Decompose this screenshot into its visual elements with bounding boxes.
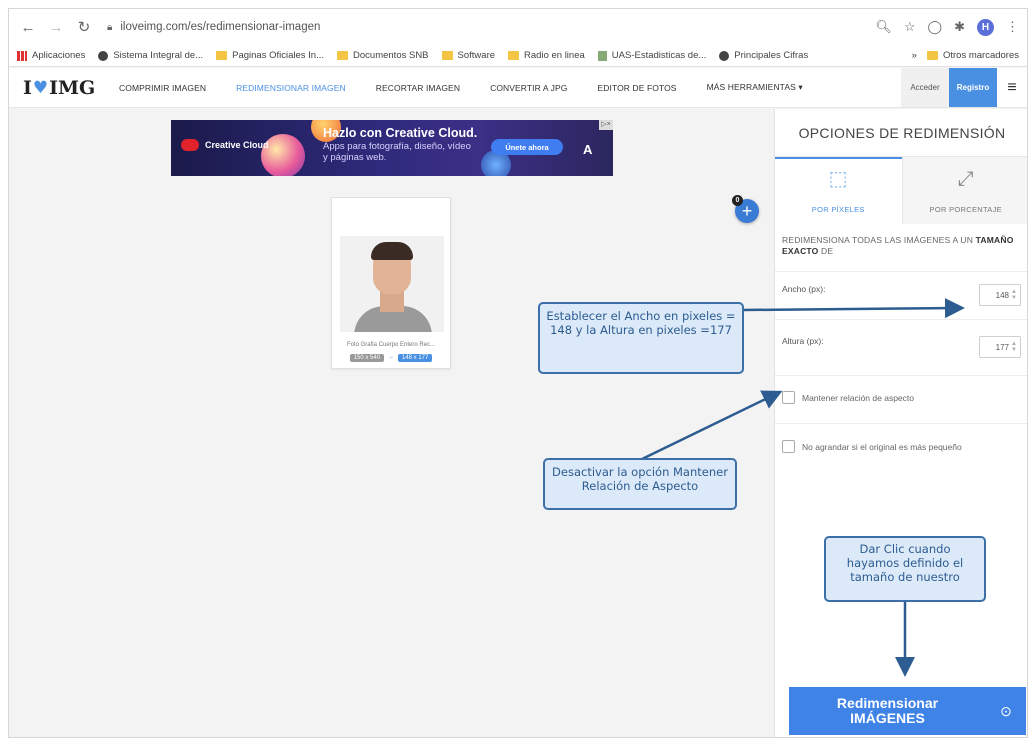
bookmarks-bar: Aplicaciones Sistema Integral de... Pagi… xyxy=(9,45,1027,67)
hamburger-icon[interactable]: ≡ xyxy=(997,68,1027,107)
bookmark-1[interactable]: Sistema Integral de... xyxy=(98,50,203,61)
tab-by-pixels[interactable]: ⬚ POR PÍXELES xyxy=(775,157,902,224)
spinner-icon[interactable]: ▲ ▼ xyxy=(1011,341,1017,353)
pixels-icon: ⬚ xyxy=(828,168,848,190)
new-dims-badge: 148 x 177 xyxy=(398,354,433,362)
browser-toolbar: ← → ↻ 🔒︎ iloveimg.com/es/redimensionar-i… xyxy=(9,9,1027,45)
width-input[interactable]: 148 ▲ ▼ xyxy=(979,284,1021,306)
globe-icon xyxy=(719,50,730,61)
apps-icon xyxy=(17,50,27,61)
adobe-logo-icon: A xyxy=(583,142,593,157)
folder-icon xyxy=(216,51,228,60)
sidebar-title: OPCIONES DE REDIMENSIÓN xyxy=(798,125,1006,141)
creative-cloud-icon xyxy=(181,139,199,151)
callout-click-button: Dar Clic cuando hayamos definido el tama… xyxy=(824,536,986,602)
file-count-badge: 0 xyxy=(732,195,743,206)
folder-icon xyxy=(441,51,453,60)
original-dims-badge: 150 x 540 xyxy=(349,354,384,362)
callout-set-pixels: Establecer el Ancho en pixeles = 148 y l… xyxy=(538,302,744,374)
address-bar[interactable]: 🔒︎ iloveimg.com/es/redimensionar-imagen xyxy=(107,15,875,39)
bookmark-2[interactable]: Paginas Oficiales In... xyxy=(216,50,324,61)
bookmark-7[interactable]: Principales Cifras xyxy=(719,50,808,61)
browser-window: ← → ↻ 🔒︎ iloveimg.com/es/redimensionar-i… xyxy=(8,8,1028,738)
menu-resize[interactable]: REDIMENSIONAR IMAGEN xyxy=(236,83,346,93)
site-logo[interactable]: I ♥ IMG xyxy=(9,77,119,99)
bookmark-3[interactable]: Documentos SNB xyxy=(337,50,429,61)
main-menu: COMPRIMIR IMAGEN REDIMENSIONAR IMAGEN RE… xyxy=(119,82,833,93)
menu-more-tools[interactable]: MÁS HERRAMIENTAS ▾ xyxy=(707,82,803,93)
tab-by-percentage[interactable]: ⤢ POR PORCENTAJE xyxy=(901,157,1027,224)
register-button[interactable]: Registro xyxy=(949,68,997,107)
login-button[interactable]: Acceder xyxy=(901,68,949,107)
height-row: Altura (px): 177 ▲ ▼ xyxy=(775,319,1027,375)
arrow-circle-icon: ⊙ xyxy=(1000,702,1012,719)
height-input[interactable]: 177 ▲ ▼ xyxy=(979,336,1021,358)
image-filename: Foto Grafia Cuerpo Entero Rec... xyxy=(346,342,436,348)
work-area: Creative Cloud Hazlo con Creative Cloud.… xyxy=(9,109,773,737)
menu-compress[interactable]: COMPRIMIR IMAGEN xyxy=(119,83,206,93)
ad-cta-button[interactable]: Únete ahora xyxy=(491,139,563,155)
extension-icon[interactable]: ◯ xyxy=(928,19,943,35)
url-text: iloveimg.com/es/redimensionar-imagen xyxy=(120,21,321,33)
reload-icon[interactable]: ↻ xyxy=(73,16,95,38)
no-enlarge-row: No agrandar si el original es más pequeñ… xyxy=(775,423,1027,471)
bookmark-0[interactable]: Aplicaciones xyxy=(17,50,85,61)
more-menu-icon[interactable]: ⋮ xyxy=(1006,19,1019,35)
heart-icon: ♥ xyxy=(32,77,49,98)
width-row: Ancho (px): 148 ▲ ▼ xyxy=(775,271,1027,319)
profile-avatar[interactable]: H xyxy=(977,18,994,36)
options-sidebar: OPCIONES DE REDIMENSIÓN ⬚ POR PÍXELES ⤢ … xyxy=(774,109,1027,737)
resize-description: REDIMENSIONA TODAS LAS IMÁGENES A UN TAM… xyxy=(782,235,1014,256)
more-bookmarks-button[interactable]: » xyxy=(912,50,917,61)
lock-icon: 🔒︎ xyxy=(107,21,113,33)
menu-convert-jpg[interactable]: CONVERTIR A JPG xyxy=(490,83,567,93)
spinner-icon[interactable]: ▲ ▼ xyxy=(1011,289,1017,301)
ad-subtext: Apps para fotografía, diseño, vídeo y pá… xyxy=(323,141,471,163)
zoom-icon[interactable]: 🔍︎ xyxy=(875,19,892,35)
folder-icon xyxy=(337,51,349,60)
ad-banner[interactable]: Creative Cloud Hazlo con Creative Cloud.… xyxy=(171,120,613,176)
resize-images-button[interactable]: Redimensionar IMÁGENES ⊙ xyxy=(789,687,1026,735)
image-thumbnail xyxy=(340,236,444,332)
ad-headline: Hazlo con Creative Cloud. xyxy=(323,126,478,140)
bookmark-5[interactable]: Radio en linea xyxy=(508,50,585,61)
folder-icon xyxy=(926,51,938,60)
image-card[interactable]: Foto Grafia Cuerpo Entero Rec... 150 x 5… xyxy=(331,197,451,369)
no-enlarge-checkbox[interactable] xyxy=(782,440,795,453)
globe-icon xyxy=(98,50,109,61)
puzzle-icon[interactable]: ✱ xyxy=(954,19,965,35)
star-icon[interactable]: ☆ xyxy=(904,19,916,35)
callout-disable-ratio: Desactivar la opción Mantener Relación d… xyxy=(543,458,737,510)
ad-brand: Creative Cloud xyxy=(205,140,269,150)
bookmark-6[interactable]: UAS-Estadisticas de... xyxy=(597,50,706,61)
other-bookmarks[interactable]: Otros marcadores xyxy=(926,50,1019,61)
height-label: Altura (px): xyxy=(782,336,824,346)
menu-crop[interactable]: RECORTAR IMAGEN xyxy=(376,83,460,93)
no-enlarge-label[interactable]: No agrandar si el original es más pequeñ… xyxy=(802,442,962,452)
keep-ratio-checkbox[interactable] xyxy=(782,391,795,404)
doc-icon xyxy=(597,50,607,61)
keep-ratio-label[interactable]: Mantener relación de aspecto xyxy=(802,393,914,403)
forward-icon[interactable]: → xyxy=(45,16,67,38)
percentage-icon: ⤢ xyxy=(957,168,974,190)
folder-icon xyxy=(508,51,520,60)
site-header: I ♥ IMG COMPRIMIR IMAGEN REDIMENSIONAR IMA… xyxy=(9,68,1027,108)
bookmark-4[interactable]: Software xyxy=(441,50,495,61)
menu-photo-editor[interactable]: EDITOR DE FOTOS xyxy=(597,83,676,93)
arrow-right-icon: → xyxy=(388,354,394,360)
ad-close-icon[interactable]: ▷× xyxy=(599,120,613,130)
resize-mode-tabs: ⬚ POR PÍXELES ⤢ POR PORCENTAJE xyxy=(775,156,1027,224)
back-icon[interactable]: ← xyxy=(17,16,39,38)
keep-ratio-row: Mantener relación de aspecto xyxy=(775,375,1027,423)
width-label: Ancho (px): xyxy=(782,284,826,294)
